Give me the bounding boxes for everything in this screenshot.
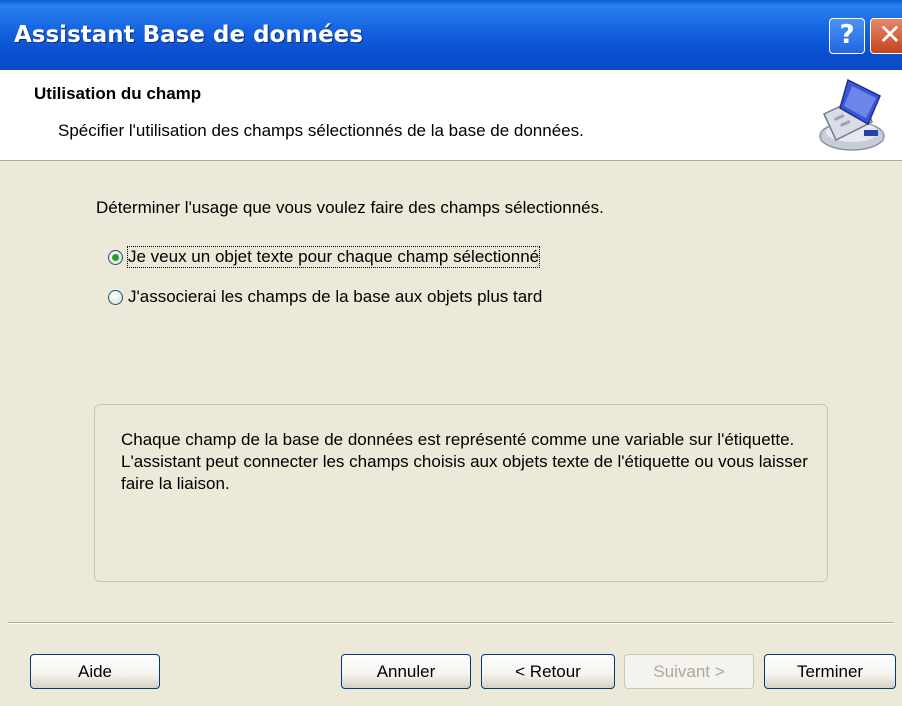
option-associate-later[interactable]: J'associerai les champs de la base aux o… bbox=[108, 285, 542, 309]
info-text: Chaque champ de la base de données est r… bbox=[121, 430, 808, 493]
next-button[interactable]: Suivant > bbox=[624, 654, 754, 689]
cancel-button[interactable]: Annuler bbox=[341, 654, 471, 689]
help-icon[interactable]: ? bbox=[829, 18, 865, 54]
title-bar[interactable]: Assistant Base de données ? ✕ bbox=[0, 0, 902, 70]
instruction-text: Déterminer l'usage que vous voulez faire… bbox=[96, 198, 604, 217]
radio-button-selected[interactable] bbox=[108, 249, 123, 265]
footer-separator bbox=[8, 622, 894, 624]
database-wizard-icon bbox=[819, 78, 885, 151]
radio-button[interactable] bbox=[108, 289, 123, 305]
finish-button[interactable]: Terminer bbox=[764, 654, 896, 689]
back-button[interactable]: < Retour bbox=[481, 654, 615, 689]
window-title: Assistant Base de données bbox=[14, 22, 363, 48]
option-label[interactable]: Je veux un objet texte pour chaque champ… bbox=[126, 246, 541, 268]
database-wizard-dialog: Assistant Base de données ? ✕ Utilisatio… bbox=[0, 0, 902, 706]
close-icon[interactable]: ✕ bbox=[870, 18, 902, 54]
info-panel: Chaque champ de la base de données est r… bbox=[94, 404, 828, 582]
option-text-object-per-field[interactable]: Je veux un objet texte pour chaque champ… bbox=[108, 245, 541, 269]
option-label[interactable]: J'associerai les champs de la base aux o… bbox=[128, 287, 542, 307]
wizard-header: Utilisation du champ Spécifier l'utilisa… bbox=[0, 70, 902, 161]
page-title: Utilisation du champ bbox=[34, 84, 202, 103]
help-button[interactable]: Aide bbox=[30, 654, 160, 689]
page-subtitle: Spécifier l'utilisation des champs sélec… bbox=[58, 121, 584, 140]
